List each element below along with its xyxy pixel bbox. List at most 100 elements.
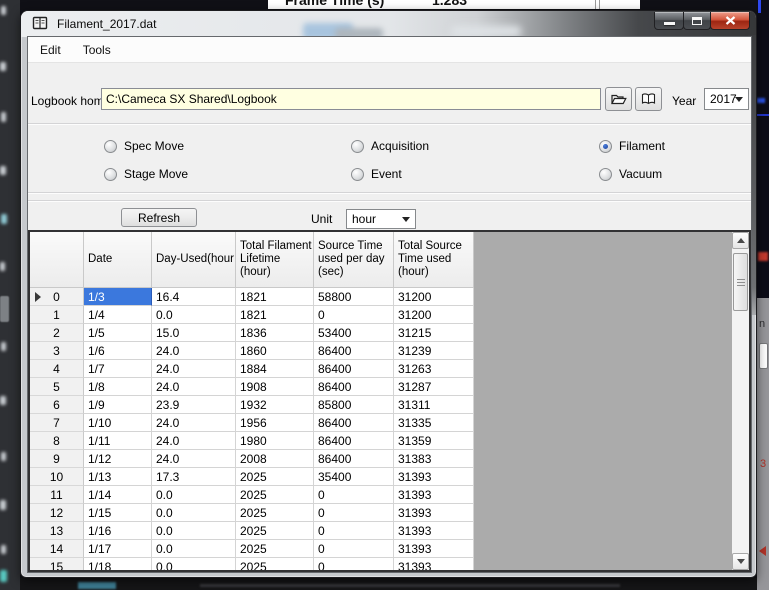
column-header[interactable]: Day-Used(hour [152,232,236,288]
year-dropdown[interactable]: 2017 [704,88,749,110]
table-cell[interactable]: 1/10 [84,414,152,432]
table-cell[interactable]: 1/3 [84,288,152,306]
row-header[interactable]: 10 [30,468,84,486]
row-header[interactable]: 0 [30,288,84,306]
table-cell[interactable]: 31393 [394,540,474,558]
table-cell[interactable]: 31393 [394,522,474,540]
table-cell[interactable]: 86400 [314,378,394,396]
maximize-button[interactable] [683,12,711,30]
row-header[interactable]: 11 [30,486,84,504]
table-cell[interactable]: 53400 [314,324,394,342]
table-cell[interactable]: 0 [314,306,394,324]
table-cell[interactable]: 23.9 [152,396,236,414]
table-cell[interactable]: 31335 [394,414,474,432]
row-header[interactable]: 2 [30,324,84,342]
minimize-button[interactable] [654,12,684,30]
scrollbar-thumb[interactable] [733,253,748,311]
table-cell[interactable]: 24.0 [152,414,236,432]
table-cell[interactable]: 85800 [314,396,394,414]
table-cell[interactable]: 1/13 [84,468,152,486]
table-cell[interactable]: 0.0 [152,306,236,324]
table-cell[interactable]: 1/18 [84,558,152,572]
table-cell[interactable]: 86400 [314,342,394,360]
close-button[interactable] [710,12,750,30]
table-cell[interactable]: 2025 [236,468,314,486]
table-cell[interactable]: 24.0 [152,432,236,450]
table-cell[interactable]: 86400 [314,450,394,468]
table-cell[interactable]: 24.0 [152,450,236,468]
scroll-down-button[interactable] [732,553,749,570]
table-cell[interactable]: 1/17 [84,540,152,558]
table-cell[interactable]: 1932 [236,396,314,414]
logbook-button[interactable] [635,87,662,111]
table-cell[interactable]: 1908 [236,378,314,396]
table-cell[interactable]: 31263 [394,360,474,378]
table-cell[interactable]: 1/11 [84,432,152,450]
table-cell[interactable]: 31200 [394,306,474,324]
column-header[interactable]: Total Filament Lifetime (hour) [236,232,314,288]
table-cell[interactable]: 31215 [394,324,474,342]
table-cell[interactable]: 1836 [236,324,314,342]
table-cell[interactable]: 31311 [394,396,474,414]
table-cell[interactable]: 2025 [236,522,314,540]
grid-corner-cell[interactable] [30,232,84,288]
row-header[interactable]: 1 [30,306,84,324]
logbook-home-input[interactable]: C:\Cameca SX Shared\Logbook [101,88,601,110]
table-cell[interactable]: 31200 [394,288,474,306]
table-cell[interactable]: 15.0 [152,324,236,342]
unit-dropdown[interactable]: hour [346,209,416,229]
table-cell[interactable]: 0 [314,504,394,522]
column-header[interactable]: Date [84,232,152,288]
table-cell[interactable]: 0 [314,540,394,558]
table-cell[interactable]: 1980 [236,432,314,450]
row-header[interactable]: 7 [30,414,84,432]
title-bar[interactable]: Filament_2017.dat [21,11,756,37]
table-cell[interactable]: 24.0 [152,360,236,378]
scroll-up-button[interactable] [732,232,749,249]
row-header[interactable]: 4 [30,360,84,378]
table-cell[interactable]: 1/6 [84,342,152,360]
table-cell[interactable]: 0.0 [152,486,236,504]
table-cell[interactable]: 31239 [394,342,474,360]
table-cell[interactable]: 1/12 [84,450,152,468]
browse-folder-button[interactable] [605,87,632,111]
radio-stage-move[interactable]: Stage Move [104,167,188,181]
table-cell[interactable]: 31393 [394,486,474,504]
table-cell[interactable]: 31383 [394,450,474,468]
table-cell[interactable]: 24.0 [152,342,236,360]
radio-acquisition[interactable]: Acquisition [351,139,429,153]
row-header[interactable]: 9 [30,450,84,468]
table-cell[interactable]: 1860 [236,342,314,360]
radio-filament[interactable]: Filament [599,139,665,153]
table-cell[interactable]: 35400 [314,468,394,486]
table-cell[interactable]: 31393 [394,558,474,572]
table-cell[interactable]: 0.0 [152,504,236,522]
table-cell[interactable]: 1821 [236,306,314,324]
table-cell[interactable]: 1/8 [84,378,152,396]
row-header[interactable]: 5 [30,378,84,396]
radio-vacuum[interactable]: Vacuum [599,167,662,181]
row-header[interactable]: 13 [30,522,84,540]
table-cell[interactable]: 86400 [314,414,394,432]
table-cell[interactable]: 0.0 [152,558,236,572]
vertical-scrollbar[interactable] [732,232,749,570]
table-cell[interactable]: 2025 [236,504,314,522]
table-cell[interactable]: 0 [314,558,394,572]
table-cell[interactable]: 31359 [394,432,474,450]
table-cell[interactable]: 1/4 [84,306,152,324]
table-cell[interactable]: 58800 [314,288,394,306]
radio-spec-move[interactable]: Spec Move [104,139,184,153]
table-cell[interactable]: 1/16 [84,522,152,540]
table-cell[interactable]: 16.4 [152,288,236,306]
table-cell[interactable]: 24.0 [152,378,236,396]
row-header[interactable]: 14 [30,540,84,558]
table-cell[interactable]: 17.3 [152,468,236,486]
table-cell[interactable]: 2025 [236,558,314,572]
table-cell[interactable]: 1/5 [84,324,152,342]
table-cell[interactable]: 1884 [236,360,314,378]
table-cell[interactable]: 1821 [236,288,314,306]
refresh-button[interactable]: Refresh [121,208,197,227]
menu-tools[interactable]: Tools [73,39,121,61]
menu-edit[interactable]: Edit [30,39,71,61]
table-cell[interactable]: 0.0 [152,522,236,540]
